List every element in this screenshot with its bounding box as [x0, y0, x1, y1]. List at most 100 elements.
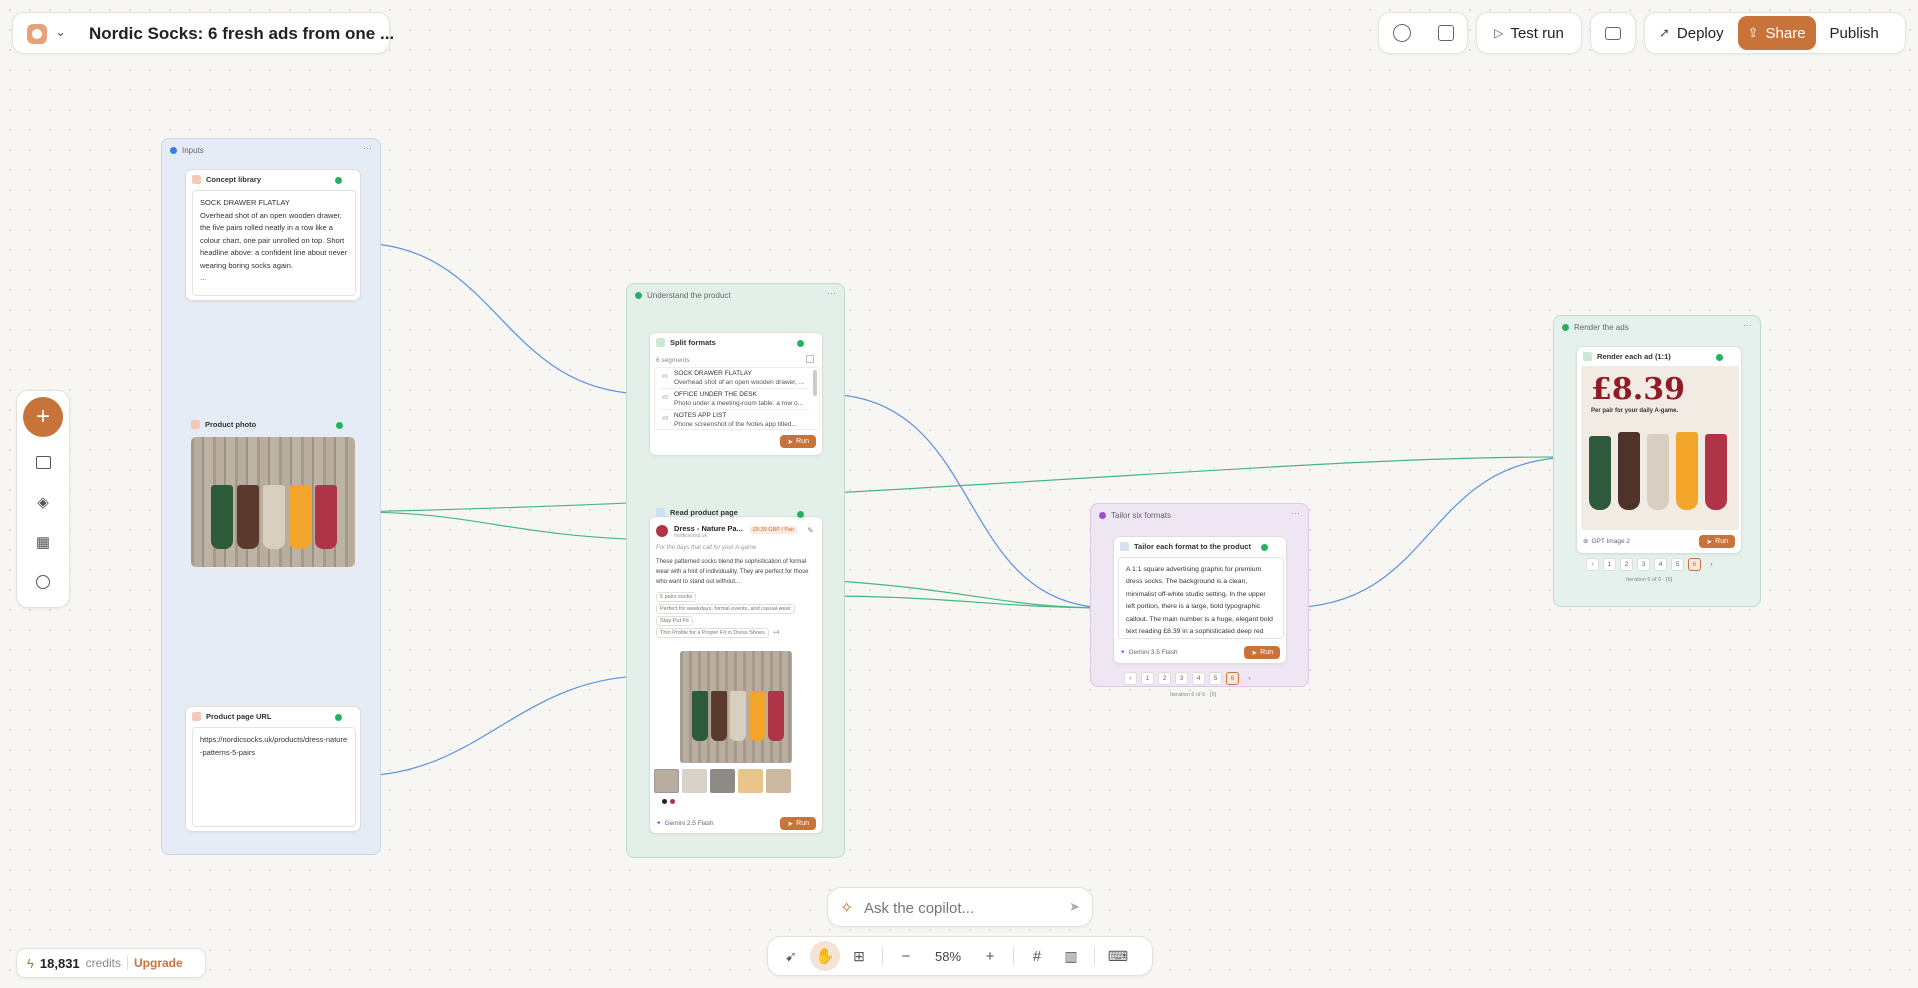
- thumbnail[interactable]: [710, 769, 735, 793]
- status-ok-icon: [797, 511, 804, 518]
- add-comment-icon[interactable]: ⊞: [844, 941, 874, 971]
- more-icon[interactable]: ⋯: [1743, 320, 1752, 331]
- save-icon[interactable]: [1437, 25, 1454, 41]
- pointer-tool-icon[interactable]: ➹: [776, 941, 806, 971]
- swatch[interactable]: [670, 799, 675, 804]
- grid-snap-icon[interactable]: #: [1022, 941, 1052, 971]
- node-read-product-page[interactable]: Read product page Dress - Nature Pa... n…: [649, 508, 823, 834]
- deploy-button[interactable]: ➚ Deploy: [1649, 16, 1734, 50]
- page-2[interactable]: 2: [1620, 558, 1633, 571]
- next-page-icon[interactable]: ›: [1243, 672, 1256, 685]
- node-title: Split formats: [670, 338, 716, 347]
- more-icon[interactable]: ⋯: [363, 143, 372, 154]
- zoom-level[interactable]: 58%: [925, 949, 971, 964]
- thumbnail-strip: [654, 769, 791, 793]
- grid-apps-icon[interactable]: ▦: [28, 527, 58, 557]
- test-run-button[interactable]: ▷ Test run: [1476, 12, 1582, 54]
- product-main-image[interactable]: [680, 651, 792, 763]
- page-5[interactable]: 5: [1209, 672, 1222, 685]
- page-6[interactable]: 6: [1688, 558, 1701, 571]
- credits-widget: ϟ 18,831 credits Upgrade: [16, 948, 206, 978]
- page-3[interactable]: 3: [1175, 672, 1188, 685]
- comments-button[interactable]: [1590, 12, 1636, 54]
- node-render-ad[interactable]: Render each ad (1:1) £8.39 Per pair for …: [1576, 346, 1742, 554]
- node-title: Product photo: [205, 420, 257, 429]
- minimap-icon[interactable]: ▥: [1056, 941, 1086, 971]
- zoom-out-icon[interactable]: −: [891, 941, 921, 971]
- thumbnail[interactable]: [738, 769, 763, 793]
- model-selector[interactable]: ✦ Gemini 2.5 Flash: [656, 819, 714, 828]
- tailor-output-text[interactable]: A 1:1 square advertising graphic for pre…: [1118, 557, 1284, 639]
- generated-ad-image[interactable]: £8.39 Per pair for your daily A-game.: [1581, 366, 1739, 530]
- page-5[interactable]: 5: [1671, 558, 1684, 571]
- product-photo-image[interactable]: [191, 437, 355, 567]
- page-1[interactable]: 1: [1603, 558, 1616, 571]
- segment-row[interactable]: #1 SOCK DRAWER FLATLAY Overhead shot of an…: [659, 368, 809, 389]
- product-description: These patterned socks blend the sophisti…: [656, 559, 809, 585]
- segment-row[interactable]: #2 OFFICE UNDER THE DESK Photo under a mee…: [659, 389, 809, 410]
- page-2[interactable]: 2: [1158, 672, 1171, 685]
- group-understand-product[interactable]: Understand the product ⋯ Split formats 6…: [626, 283, 845, 858]
- copilot-bar[interactable]: ✧ ➤: [827, 887, 1093, 927]
- feature-tag: Perfect for weekdays, formal events, and…: [656, 604, 795, 614]
- scrollbar[interactable]: [813, 370, 817, 396]
- model-selector[interactable]: ✦ Gemini 3.5 Flash: [1120, 648, 1178, 657]
- thumbnail[interactable]: [654, 769, 679, 793]
- model-label: Gemini 2.5 Flash: [664, 819, 714, 827]
- page-3[interactable]: 3: [1637, 558, 1650, 571]
- node-header: Render each ad (1:1): [1583, 352, 1671, 361]
- group-title: Understand the product: [647, 291, 731, 300]
- diamond-node-icon[interactable]: ◈: [28, 487, 58, 517]
- project-title[interactable]: Nordic Socks: 6 fresh ads from one ...: [89, 24, 394, 44]
- upgrade-link[interactable]: Upgrade: [134, 956, 183, 970]
- node-split-formats[interactable]: Split formats 6 segments #1 SOCK DRAWER F…: [649, 332, 823, 456]
- segment-row[interactable]: #3 NOTES APP LIST Phone screenshot of the …: [659, 410, 809, 429]
- group-inputs[interactable]: Inputs ⋯ Concept library SOCK DRAWER FLA…: [161, 138, 381, 855]
- next-page-icon[interactable]: ›: [1705, 558, 1718, 571]
- history-icon[interactable]: [1392, 24, 1411, 42]
- run-button[interactable]: ➤ Run: [1244, 646, 1280, 659]
- chevron-down-icon[interactable]: ⌄: [55, 25, 66, 38]
- send-icon[interactable]: ➤: [1069, 899, 1080, 915]
- node-product-photo[interactable]: Product photo: [185, 415, 361, 593]
- run-button[interactable]: ➤ Run: [1699, 535, 1735, 548]
- node-tailor-format[interactable]: Tailor each format to the product A 1:1 …: [1113, 536, 1287, 664]
- concept-textarea[interactable]: SOCK DRAWER FLATLAY Overhead shot of an …: [192, 190, 356, 296]
- model-selector[interactable]: ⊛ GPT Image 2: [1583, 537, 1630, 546]
- product-url-input[interactable]: https://nordicsocks.uk/products/dress-na…: [192, 727, 356, 827]
- page-4[interactable]: 4: [1654, 558, 1667, 571]
- publish-button[interactable]: Publish: [1820, 16, 1889, 50]
- node-concept-library[interactable]: Concept library SOCK DRAWER FLATLAY Over…: [185, 169, 361, 301]
- page-4[interactable]: 4: [1192, 672, 1205, 685]
- status-ok-icon: [336, 422, 343, 429]
- thumbnail[interactable]: [766, 769, 791, 793]
- add-node-button[interactable]: +: [23, 397, 63, 437]
- chat-icon[interactable]: [28, 567, 58, 597]
- node-header: Split formats: [656, 338, 716, 347]
- segment-count: 6 segments: [656, 357, 690, 364]
- copilot-input[interactable]: [864, 897, 1054, 919]
- image-icon[interactable]: [28, 447, 58, 477]
- hand-tool-icon[interactable]: ✋: [810, 941, 840, 971]
- more-icon[interactable]: ⋯: [827, 288, 836, 299]
- keyboard-icon[interactable]: ⌨: [1103, 941, 1133, 971]
- edit-icon[interactable]: ✎: [807, 526, 814, 535]
- share-button[interactable]: ⇪ Share: [1737, 16, 1816, 50]
- prev-page-icon[interactable]: ‹: [1124, 672, 1137, 685]
- swatch[interactable]: [662, 799, 667, 804]
- group-tailor-formats[interactable]: Tailor six formats ⋯ Tailor each format …: [1090, 503, 1309, 687]
- run-button[interactable]: ➤ Run: [780, 435, 816, 448]
- prev-page-icon[interactable]: ‹: [1586, 558, 1599, 571]
- deploy-label: Deploy: [1676, 24, 1724, 42]
- logo-icon[interactable]: [27, 24, 47, 44]
- more-tags-count[interactable]: +4: [773, 630, 779, 636]
- run-button[interactable]: ➤ Run: [780, 817, 816, 830]
- expand-icon[interactable]: [806, 355, 814, 363]
- node-product-page-url[interactable]: Product page URL https://nordicsocks.uk/…: [185, 706, 361, 832]
- page-1[interactable]: 1: [1141, 672, 1154, 685]
- more-icon[interactable]: ⋯: [1291, 508, 1300, 519]
- group-render-ads[interactable]: Render the ads ⋯ Render each ad (1:1) £8…: [1553, 315, 1761, 607]
- page-6[interactable]: 6: [1226, 672, 1239, 685]
- zoom-in-icon[interactable]: +: [975, 941, 1005, 971]
- thumbnail[interactable]: [682, 769, 707, 793]
